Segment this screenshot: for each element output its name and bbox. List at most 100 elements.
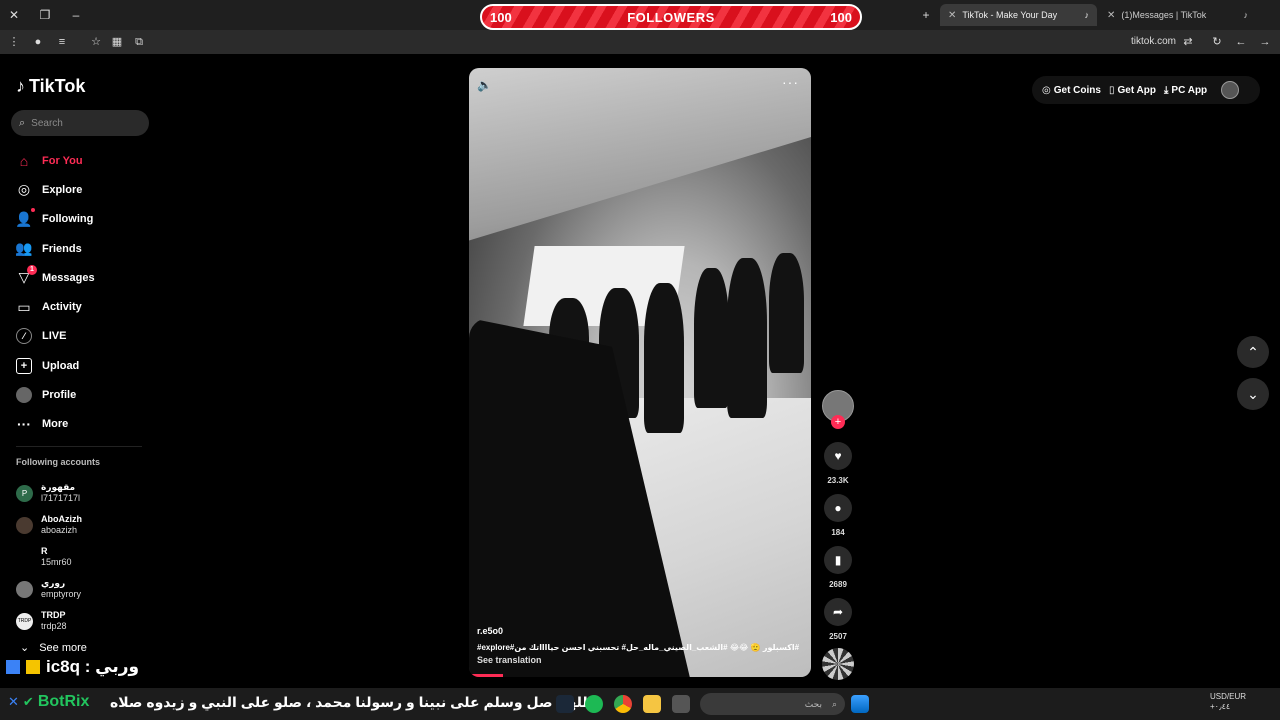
more-options-icon[interactable]: ··· [782,74,799,90]
comment-icon[interactable]: ● [824,494,852,522]
video-frame-person [694,268,729,408]
folder-icon[interactable] [643,695,661,713]
restore-window-icon[interactable]: ❐ [37,7,53,23]
previous-video-button[interactable]: ⌃ [1237,336,1269,368]
nav-item-explore[interactable]: ◎ Explore [16,175,146,204]
nav-label: Explore [42,183,83,196]
avatar [16,580,33,598]
back-icon[interactable]: ← [1233,34,1249,50]
new-tab-icon[interactable]: + [918,7,934,23]
account-username: trdp28 [41,621,67,631]
screenshot-icon[interactable]: ⧉ [131,34,147,50]
nav-label: For You [42,154,83,167]
video-player[interactable]: 🔈 ··· r.e5o0 #explore#اكسبلور 🫡 😂😂 #الشع… [469,68,811,677]
nav-label: Friends [42,242,82,255]
account-username: emptyrory [41,589,82,599]
nav-item-friends[interactable]: 👥 Friends [15,234,146,263]
get-coins-button[interactable]: ◎ Get Coins [1042,85,1101,96]
following-account[interactable]: P مقهورة l7171717l [16,477,146,509]
marquee-text: اللهم صل وسلم على نبينا و رسولنا محمد ، … [110,694,601,710]
following-account[interactable]: TRDP TRDP trdp28 [16,605,146,637]
browser-tab-bar: ✕ ❐ – 100 FOLLOWERS 100 + ✕ TikTok - Mak… [0,0,1280,30]
nav-item-profile[interactable]: Profile [16,380,146,409]
url-text[interactable]: tiktok.com [1131,36,1176,47]
following-icon: 👤 [15,208,35,227]
nav-item-messages[interactable]: ▽ 1 Messages [16,263,146,292]
close-window-icon[interactable]: ✕ [6,7,22,23]
extensions-icon[interactable]: ▦ [109,34,125,50]
bookmark-icon[interactable]: ▮ [824,546,852,574]
overlay-chat-text: ic8q : وربي [46,657,140,676]
nav-item-upload[interactable]: + Upload [16,351,146,380]
get-app-button[interactable]: ▯ Get App [1109,85,1156,96]
avatar [16,548,33,566]
search-input[interactable] [31,117,132,129]
reader-mode-icon[interactable]: ≡ [54,34,70,50]
nav-item-live[interactable]: ⁄ LIVE [16,322,146,351]
logo-text: TikTok [29,76,86,96]
spotify-icon[interactable] [585,695,603,713]
nav-item-more[interactable]: ··· More [16,410,146,439]
nav-label: Following [42,213,94,226]
sidebar-nav: ⌂ For You ◎ Explore 👤 Following 👥 Friend… [15,146,146,439]
chevron-up-icon: ⌃ [1247,343,1259,360]
pc-app-button[interactable]: ⤓ PC App [1164,85,1207,96]
tool-icon: ✕ [8,694,19,709]
bookmark-star-icon[interactable]: ☆ [88,34,104,50]
account-name: AboAzizh [41,514,82,524]
share-icon[interactable]: ➦ [824,598,852,626]
user-avatar[interactable] [1221,81,1240,99]
comment-count: 184 [831,528,845,537]
video-frame-person [644,283,684,433]
close-tab-icon[interactable]: ✕ [948,10,956,21]
upload-icon: + [16,357,32,374]
tab-tiktok-messages[interactable]: ✕ (1)Messages | TikTok ♪ [1099,4,1256,26]
store-icon[interactable] [672,695,690,713]
following-accounts-list: P مقهورة l7171717l AboAzizh aboazizh R 15mr… [16,477,146,637]
top-right-actions: ◎ Get Coins ▯ Get App ⤓ PC App [1032,76,1260,104]
minimize-window-icon[interactable]: – [68,7,84,23]
account-name: R [41,546,48,556]
compass-icon: ◎ [17,181,31,198]
windows-start-icon[interactable] [851,695,869,713]
currency-widget[interactable]: USD/EUR +٠٫٤٤ [1210,692,1246,712]
video-author[interactable]: r.e5o0 [477,626,503,636]
account-name: روري [41,578,66,588]
steam-icon[interactable] [556,695,574,713]
tab-label: TikTok - Make Your Day [962,10,1058,20]
nav-item-activity[interactable]: ▭ Activity [16,292,146,321]
stream-overlay: ic8q : وربي [6,657,139,677]
reload-icon[interactable]: ↻ [1209,34,1225,50]
following-account[interactable]: R 15mr60 [16,541,146,573]
nav-item-for-you[interactable]: ⌂ For You [16,146,146,175]
chrome-icon[interactable] [614,695,632,713]
close-tab-icon[interactable]: ✕ [1107,10,1115,21]
sidebar-divider [16,446,142,447]
see-more-button[interactable]: ⌄ See more [20,641,87,655]
profile-circle-icon[interactable]: ● [30,34,46,50]
nav-label: Messages [42,271,95,284]
menu-dots-icon[interactable]: ⋮ [6,34,22,50]
followers-label: FOLLOWERS [627,9,715,25]
like-heart-icon[interactable]: ♥ [824,442,852,470]
tiktok-note-icon: ♪ [16,76,25,96]
save-count: 2689 [829,580,847,589]
following-account[interactable]: روري emptyrory [16,573,146,605]
tiktok-logo[interactable]: ♪ TikTok [16,76,85,97]
tab-tiktok-home[interactable]: ✕ TikTok - Make Your Day ♪ [940,4,1097,26]
nav-item-following[interactable]: 👤 Following [15,205,146,234]
next-video-button[interactable]: ⌄ [1237,378,1269,410]
taskbar-search[interactable]: بحث ⌕ [700,693,845,715]
following-account[interactable]: AboAzizh aboazizh [16,509,146,541]
messages-icon: ▽ 1 [16,264,37,286]
crown-icon [26,660,40,674]
search-box[interactable]: ⌕ [11,110,149,136]
follow-plus-icon[interactable]: + [831,415,845,429]
volume-icon[interactable]: 🔈 [477,78,492,92]
music-disc-icon[interactable] [822,648,854,680]
forward-icon[interactable]: → [1257,34,1273,50]
site-settings-icon[interactable]: ⇄ [1180,34,1196,50]
video-progress-bar[interactable] [469,674,504,677]
see-translation-link[interactable]: See translation [477,655,542,665]
tiktok-favicon-icon: ♪ [1243,10,1249,20]
